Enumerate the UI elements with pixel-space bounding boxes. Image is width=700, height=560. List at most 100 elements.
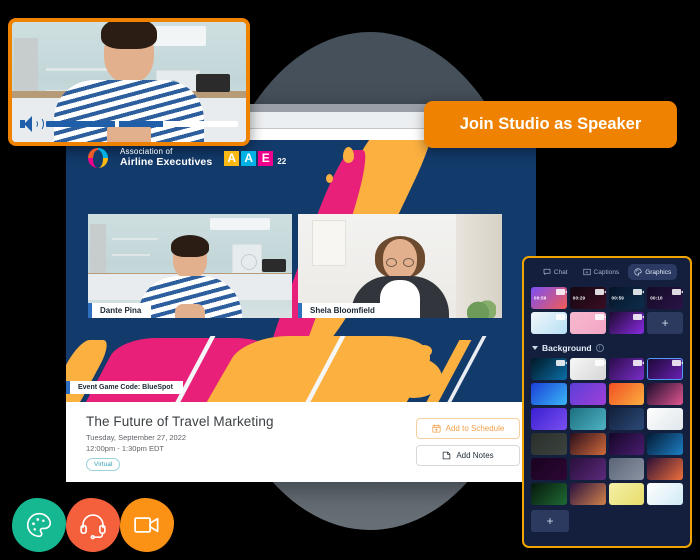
background-thumbnail[interactable] xyxy=(608,483,645,505)
palette-icon xyxy=(634,268,642,276)
captions-icon: A xyxy=(582,268,591,276)
add-background-button[interactable]: + xyxy=(531,510,569,532)
aae-letter: A xyxy=(241,150,257,166)
background-thumbnail[interactable] xyxy=(647,358,683,380)
tab-graphics-label: Graphics xyxy=(645,268,672,276)
logo-mark-icon xyxy=(88,148,108,168)
decor-yellow-dot xyxy=(326,174,333,183)
session-time: 12:00pm - 1:30pm EDT xyxy=(86,444,164,453)
background-thumbnail[interactable] xyxy=(608,433,645,455)
info-icon[interactable]: i xyxy=(595,344,604,352)
overlay-thumbnail[interactable] xyxy=(531,312,567,334)
tab-graphics[interactable]: Graphics xyxy=(628,264,678,280)
session-date: Tuesday, September 27, 2022 xyxy=(86,433,187,442)
logo-text: Association of Airline Executives xyxy=(120,147,212,167)
camera-icon xyxy=(633,289,645,295)
tab-chat-label: Chat xyxy=(553,268,568,276)
background-thumbnail[interactable] xyxy=(531,483,567,505)
video-camera-feature-icon[interactable] xyxy=(116,494,178,556)
session-details: The Future of Travel Marketing Tuesday, … xyxy=(86,414,274,471)
background-thumbnail[interactable] xyxy=(647,383,683,405)
countdown-timer: 00:59 xyxy=(611,295,625,301)
aae-letters: A A E 22 xyxy=(224,150,287,166)
camera-icon xyxy=(594,314,606,320)
background-thumbnail[interactable] xyxy=(569,408,606,430)
tab-captions-label: Captions xyxy=(593,268,620,276)
background-thumbnail[interactable] xyxy=(647,483,683,505)
join-studio-as-speaker-button[interactable]: Join Studio as Speaker xyxy=(424,101,677,148)
overlay-thumbnail[interactable] xyxy=(608,312,645,334)
camera-icon xyxy=(672,289,683,295)
background-thumbnail[interactable] xyxy=(647,408,683,430)
background-thumbnail[interactable] xyxy=(647,458,683,480)
overlay-thumbnail[interactable]: 00:10 xyxy=(647,287,683,309)
participant-tile[interactable]: Shela Bloomfield xyxy=(298,214,502,318)
decor-yellow-dot xyxy=(343,147,354,163)
background-thumbnail[interactable] xyxy=(608,458,645,480)
camera-icon xyxy=(672,360,683,366)
background-thumbnail[interactable] xyxy=(569,433,606,455)
video-controls[interactable] xyxy=(12,116,246,132)
browser-window: Association of Airline Executives A A E … xyxy=(66,104,536,482)
progress-fill xyxy=(46,121,164,127)
participant-tile[interactable]: Dante Pina xyxy=(88,214,292,318)
session-actions: Add to Schedule Add Notes xyxy=(416,414,520,471)
background-thumbnail[interactable] xyxy=(569,458,606,480)
camera-icon xyxy=(555,360,567,366)
tab-captions[interactable]: A Captions xyxy=(577,264,626,280)
chat-icon xyxy=(543,268,551,276)
overlay-thumbnail[interactable] xyxy=(569,312,606,334)
add-background-row: + xyxy=(531,510,683,532)
background-thumbnail[interactable] xyxy=(569,358,606,380)
overlay-thumbnails: 00:59 00:29 00:59 00:10 + xyxy=(531,287,683,334)
camera-icon xyxy=(633,314,645,320)
tab-chat[interactable]: Chat xyxy=(537,264,574,280)
background-thumbnail[interactable] xyxy=(647,433,683,455)
speaker-video-preview[interactable] xyxy=(8,18,250,146)
background-thumbnail[interactable] xyxy=(569,483,606,505)
chevron-down-icon[interactable] xyxy=(532,346,538,350)
volume-icon[interactable] xyxy=(20,116,44,132)
participant-avatar xyxy=(138,235,242,318)
aae-letter: E xyxy=(258,150,274,166)
graphics-panel: Chat A Captions Graphics 00:59 00:29 00:59… xyxy=(522,256,692,548)
aae-year: 22 xyxy=(277,156,287,166)
overlay-thumbnail[interactable]: 00:59 xyxy=(608,287,645,309)
status-badge: Virtual xyxy=(86,458,121,471)
decor-yellow-blob xyxy=(416,345,432,357)
countdown-timer: 00:10 xyxy=(650,295,663,301)
decor-yellow-blob xyxy=(386,358,442,398)
add-to-schedule-label: Add to Schedule xyxy=(445,424,505,433)
headset-feature-icon[interactable] xyxy=(62,494,124,556)
background-thumbnail[interactable] xyxy=(531,383,567,405)
overlay-thumbnail[interactable]: 00:29 xyxy=(569,287,606,309)
camera-icon xyxy=(594,289,606,295)
participant-tiles: Dante Pina Shela Bloomfield xyxy=(88,214,502,318)
aae-logo: Association of Airline Executives A A E … xyxy=(88,147,287,168)
background-thumbnail[interactable] xyxy=(531,433,567,455)
event-stage-canvas: Association of Airline Executives A A E … xyxy=(66,140,536,402)
panel-tabs: Chat A Captions Graphics xyxy=(531,264,683,280)
background-thumbnail[interactable] xyxy=(569,383,606,405)
countdown-timer: 00:29 xyxy=(572,295,586,301)
background-section-title: Background xyxy=(542,343,592,353)
calendar-plus-icon xyxy=(432,424,441,433)
background-thumbnail[interactable] xyxy=(531,458,567,480)
background-section-header[interactable]: Background i xyxy=(532,343,683,353)
add-to-schedule-button[interactable]: Add to Schedule xyxy=(416,418,520,439)
background-thumbnail[interactable] xyxy=(608,383,645,405)
progress-bar[interactable] xyxy=(46,121,238,127)
background-thumbnail[interactable] xyxy=(531,358,567,380)
background-thumbnail[interactable] xyxy=(608,408,645,430)
palette-feature-icon[interactable] xyxy=(8,494,70,556)
session-title: The Future of Travel Marketing xyxy=(86,414,274,429)
background-thumbnail[interactable] xyxy=(608,358,645,380)
add-notes-button[interactable]: Add Notes xyxy=(416,445,520,466)
background-thumbnail[interactable] xyxy=(531,408,567,430)
add-overlay-button[interactable]: + xyxy=(647,312,683,334)
overlay-thumbnail[interactable]: 00:59 xyxy=(531,287,567,309)
note-icon xyxy=(442,451,451,460)
event-game-code: Event Game Code: BlueSpot xyxy=(66,381,183,394)
camera-icon xyxy=(594,360,606,366)
add-notes-label: Add Notes xyxy=(456,451,494,460)
